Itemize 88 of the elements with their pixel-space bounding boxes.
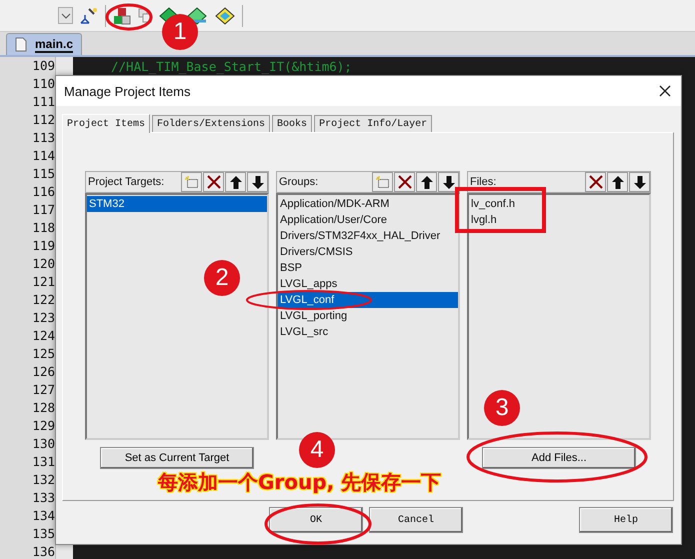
dialog-button[interactable]: OK — [269, 507, 363, 533]
tab[interactable]: Books — [272, 115, 312, 132]
list-item[interactable]: lvgl.h — [469, 212, 649, 228]
delete-button[interactable] — [585, 172, 606, 192]
line-number: 126 — [31, 363, 55, 381]
line-number: 120 — [31, 255, 55, 273]
line-number: 123 — [31, 309, 55, 327]
line-number: 130 — [31, 435, 55, 453]
line-number: 117 — [31, 201, 55, 219]
move-down-button[interactable] — [629, 172, 650, 192]
line-number: 121 — [31, 273, 55, 291]
delete-icon — [206, 175, 220, 189]
line-number: 118 — [31, 219, 55, 237]
arrow-up-icon — [230, 176, 242, 188]
line-number: 131 — [31, 453, 55, 471]
delete-icon — [588, 175, 602, 189]
panel-label: Groups: — [279, 176, 318, 188]
tab[interactable]: Folders/Extensions — [152, 115, 270, 132]
new-item-icon — [376, 176, 390, 188]
list-item[interactable]: Drivers/CMSIS — [278, 244, 458, 260]
diamond-icon[interactable] — [214, 6, 236, 24]
panel-label: Files: — [470, 176, 496, 188]
list-item[interactable]: Drivers/STM32F4xx_HAL_Driver — [278, 228, 458, 244]
list-item[interactable]: LVGL_porting — [278, 308, 458, 324]
new-item-button[interactable] — [372, 172, 393, 192]
line-number: 115 — [31, 165, 55, 183]
file-icon — [15, 37, 27, 52]
delete-icon — [398, 175, 412, 189]
line-number: 109 — [31, 57, 55, 75]
copy-icon[interactable] — [138, 8, 152, 24]
list-item[interactable]: Application/User/Core — [278, 212, 458, 228]
line-number: 113 — [31, 129, 55, 147]
arrow-down-icon — [634, 176, 646, 188]
move-up-button[interactable] — [225, 172, 246, 192]
line-number: 124 — [31, 327, 55, 345]
list-item[interactable]: Application/MDK-ARM — [278, 196, 458, 212]
list-item[interactable]: STM32 — [87, 196, 267, 212]
line-number: 116 — [31, 183, 55, 201]
file-tab[interactable]: main.c — [6, 33, 82, 55]
panel-label: Project Targets: — [88, 176, 164, 188]
delete-button[interactable] — [203, 172, 224, 192]
move-down-button[interactable] — [247, 172, 268, 192]
line-number: 114 — [31, 147, 55, 165]
dialog-button[interactable]: Help — [579, 507, 673, 533]
line-number: 135 — [31, 525, 55, 543]
code-comment: //HAL_TIM_Base_Start_IT(&htim6); — [111, 58, 352, 74]
list-item[interactable]: LVGL_apps — [278, 276, 458, 292]
line-number: 110 — [31, 75, 55, 93]
move-down-button[interactable] — [438, 172, 459, 192]
annotation-caption: 每添加一个Group, 先保存一下 — [158, 469, 442, 496]
line-number: 122 — [31, 291, 55, 309]
line-number: 119 — [31, 237, 55, 255]
tab[interactable]: Project Info/Layer — [314, 115, 432, 132]
window-title: Manage Project Items — [64, 84, 190, 98]
line-number: 111 — [31, 93, 55, 111]
dialog-button[interactable]: Cancel — [369, 507, 463, 533]
line-number: 134 — [31, 507, 55, 525]
arrow-down-icon — [252, 176, 264, 188]
dropdown-button[interactable] — [58, 7, 73, 24]
panel-button[interactable]: Set as Current Target — [100, 447, 254, 469]
line-number: 112 — [31, 111, 55, 129]
line-number: 128 — [31, 399, 55, 417]
line-number: 125 — [31, 345, 55, 363]
line-number: 132 — [31, 471, 55, 489]
panel-button[interactable]: Add Files... — [482, 447, 636, 469]
new-item-button[interactable] — [181, 172, 202, 192]
list-item[interactable]: LVGL_conf — [278, 292, 458, 308]
list-item[interactable]: LVGL_src — [278, 324, 458, 340]
line-number: 133 — [31, 489, 55, 507]
line-number: 127 — [31, 381, 55, 399]
tab-label: main.c — [35, 36, 74, 52]
tab[interactable]: Project Items — [62, 114, 150, 133]
arrow-up-icon — [420, 176, 432, 188]
wand-icon[interactable] — [79, 6, 99, 24]
new-item-icon — [184, 176, 198, 188]
move-up-button[interactable] — [607, 172, 628, 192]
list-item[interactable]: lv_conf.h — [469, 196, 649, 212]
components-icon[interactable] — [112, 6, 132, 24]
arrow-up-icon — [612, 176, 624, 188]
arrow-down-icon — [442, 176, 454, 188]
list-item[interactable]: BSP — [278, 260, 458, 276]
highlight-oval — [106, 4, 152, 30]
line-number: 136 — [31, 543, 55, 559]
close-icon[interactable] — [659, 85, 671, 97]
delete-button[interactable] — [394, 172, 415, 192]
move-up-button[interactable] — [416, 172, 437, 192]
caret-icon — [60, 12, 70, 18]
line-number: 129 — [31, 417, 55, 435]
